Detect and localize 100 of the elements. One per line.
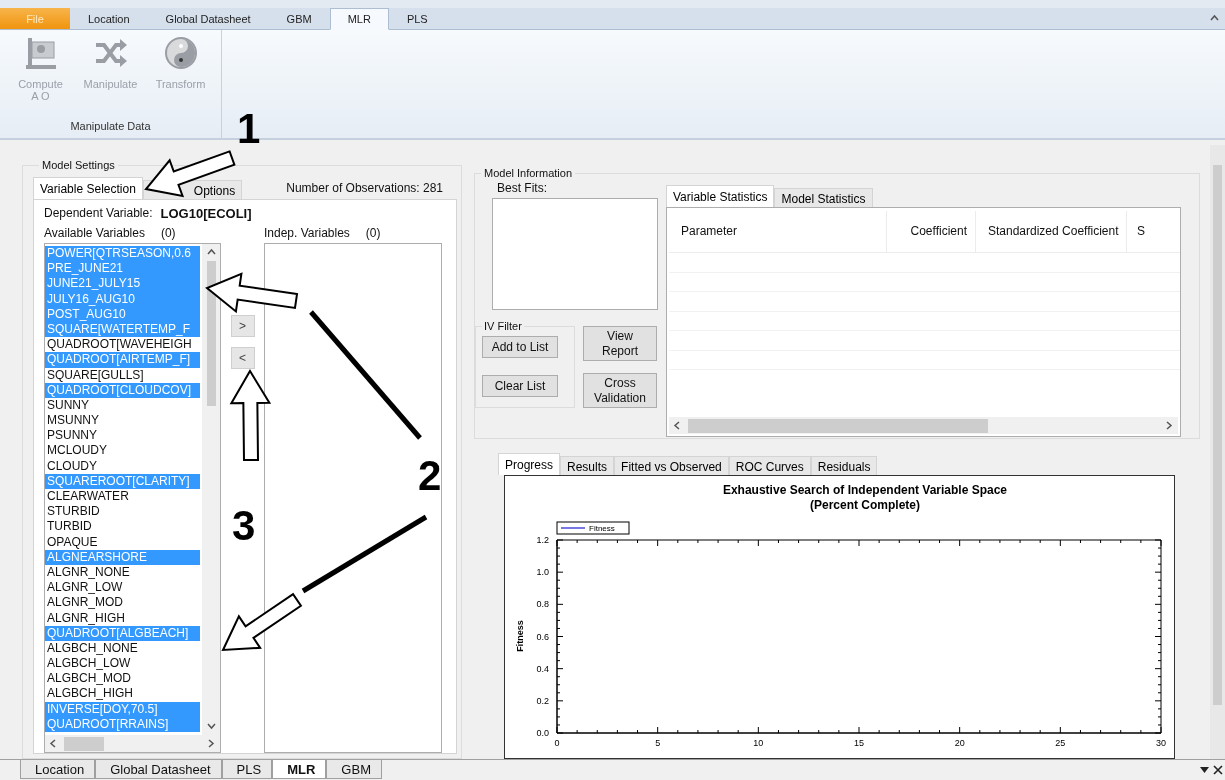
list-item[interactable]: SUNNY: [45, 397, 200, 414]
document-tab[interactable]: MLR: [272, 760, 327, 779]
tab[interactable]: Model Statistics: [774, 188, 873, 207]
annotation-number: 3: [232, 505, 256, 547]
move-button[interactable]: >: [230, 315, 255, 337]
scrollbar[interactable]: [45, 735, 220, 752]
axis-label: 30: [1156, 738, 1166, 748]
list-item[interactable]: PSUNNY: [45, 428, 200, 444]
list-item[interactable]: MSUNNY: [45, 413, 200, 429]
list-item[interactable]: SQUARE[GULLS]: [45, 367, 200, 383]
panel-title: Model Information: [483, 167, 574, 179]
annotation-number: 2: [418, 455, 442, 497]
axis-label: 0.8: [536, 599, 549, 610]
list-label: Indep. Variables: [264, 226, 350, 242]
axis-label: 0.6: [536, 631, 549, 642]
axis-label: 0.0: [536, 728, 549, 738]
scrollbar-thumb[interactable]: [688, 418, 988, 433]
legend: Fitness: [556, 521, 630, 535]
ribbon-tab[interactable]: Location: [70, 8, 148, 29]
variable-list[interactable]: [264, 243, 442, 753]
document-tab[interactable]: Global Datasheet: [95, 760, 222, 779]
ribbon-tab[interactable]: PLS: [388, 8, 446, 29]
tab[interactable]: Progress: [498, 453, 561, 475]
list-item[interactable]: ALGNR_NONE: [45, 564, 200, 581]
list-item[interactable]: ALGBCH_MOD: [45, 671, 200, 687]
action-button[interactable]: Cross Validation: [583, 373, 657, 408]
move-button[interactable]: <: [230, 347, 255, 369]
flag-icon: [23, 36, 58, 70]
list-count: (0): [365, 226, 381, 242]
tab[interactable]: Variable Selection: [33, 177, 143, 199]
column-header[interactable]: Coefficient: [887, 211, 976, 252]
scrollbar[interactable]: [1210, 145, 1225, 759]
list-item[interactable]: CLEARWATER: [45, 489, 200, 505]
chevron-left-icon: [673, 421, 682, 430]
column-header[interactable]: Standardized Coefficient: [976, 211, 1127, 252]
chevron-right-icon: [207, 739, 216, 748]
list-item[interactable]: ALGBCH_HIGH: [45, 686, 200, 702]
axis-label: 25: [1055, 738, 1066, 748]
list-item[interactable]: TURBID: [45, 519, 200, 535]
tab[interactable]: Results: [560, 456, 615, 475]
list-item[interactable]: QUADROOT[WAVEHEIGH: [45, 337, 200, 353]
axis-label: 20: [954, 738, 965, 748]
list-item[interactable]: STURBID: [45, 504, 200, 520]
chevron-down-icon: [206, 722, 216, 731]
list-item[interactable]: MCLOUDY: [45, 443, 200, 459]
list-label: Available Variables: [44, 226, 145, 242]
group-title: IV Filter: [483, 320, 523, 332]
list-label: Best Fits:: [496, 181, 548, 197]
field-label: Dependent Variable:: [44, 206, 153, 222]
list-item[interactable]: ALGBCH_LOW: [45, 656, 200, 672]
scrollbar[interactable]: [669, 417, 1178, 434]
column-header[interactable]: Parameter: [669, 211, 887, 252]
ribbon-tab[interactable]: MLR: [329, 8, 389, 30]
tab[interactable]: Fitted vs Observed: [614, 456, 729, 475]
document-tab[interactable]: PLS: [221, 760, 273, 779]
list-item[interactable]: ALGBCH_NONE: [45, 640, 200, 657]
axis-title: Fitness: [515, 620, 525, 652]
tab[interactable]: Variable Statistics: [666, 185, 775, 207]
variable-list[interactable]: [44, 243, 221, 753]
axis-label: 5: [655, 738, 661, 748]
chevron-right-icon: [1165, 421, 1174, 430]
tab[interactable]: Residuals: [810, 456, 878, 475]
field-value: LOG10[ECOLI]: [160, 206, 252, 223]
axis-label: 1.2: [536, 535, 549, 545]
ribbon-tab[interactable]: GBM: [268, 8, 330, 29]
list-item[interactable]: OPAQUE: [45, 534, 200, 550]
best-fits-list[interactable]: [492, 198, 658, 310]
legend-label: Fitness: [589, 524, 615, 533]
axis-label: 0.2: [536, 695, 549, 706]
chevron-left-icon: [49, 739, 58, 748]
scrollbar-thumb[interactable]: [1213, 165, 1222, 705]
chart-title: Exhaustive Search of Independent Variable Space: [722, 483, 1008, 497]
list-item[interactable]: ALGNR_HIGH: [45, 610, 200, 626]
chevron-up-icon: [206, 248, 216, 257]
axis-label: 15: [854, 738, 864, 748]
action-button[interactable]: View Report: [583, 326, 657, 361]
observation-count: Number of Observations: 281: [286, 181, 443, 197]
scrollbar-thumb[interactable]: [206, 261, 216, 406]
filter-button[interactable]: Clear List: [482, 375, 558, 397]
dropdown-icon[interactable]: [1200, 766, 1209, 773]
document-tab[interactable]: Location: [20, 760, 96, 779]
filter-button[interactable]: Add to List: [482, 336, 558, 358]
chevron-up-icon[interactable]: [1210, 14, 1219, 23]
list-count: (0): [160, 226, 176, 242]
close-icon[interactable]: [1213, 764, 1223, 775]
list-item[interactable]: ALGNR_LOW: [45, 580, 200, 596]
scrollbar-thumb[interactable]: [64, 736, 104, 751]
tab[interactable]: ROC Curves: [728, 456, 811, 475]
chart-title: (Percent Complete): [810, 498, 920, 512]
axis-label: 0.4: [536, 663, 549, 674]
list-item[interactable]: CLOUDY: [45, 458, 200, 474]
axis-label: 1.0: [536, 567, 549, 578]
list-item[interactable]: ALGNR_MOD: [45, 595, 200, 611]
group-label: Manipulate Data: [70, 120, 151, 132]
yin-yang-icon: [163, 36, 198, 70]
column-header[interactable]: S: [1127, 211, 1180, 252]
document-tab[interactable]: GBM: [326, 760, 382, 779]
axis-label: 10: [753, 738, 764, 748]
ribbon-tab[interactable]: Global Datasheet: [147, 8, 269, 29]
scrollbar[interactable]: [202, 244, 220, 735]
